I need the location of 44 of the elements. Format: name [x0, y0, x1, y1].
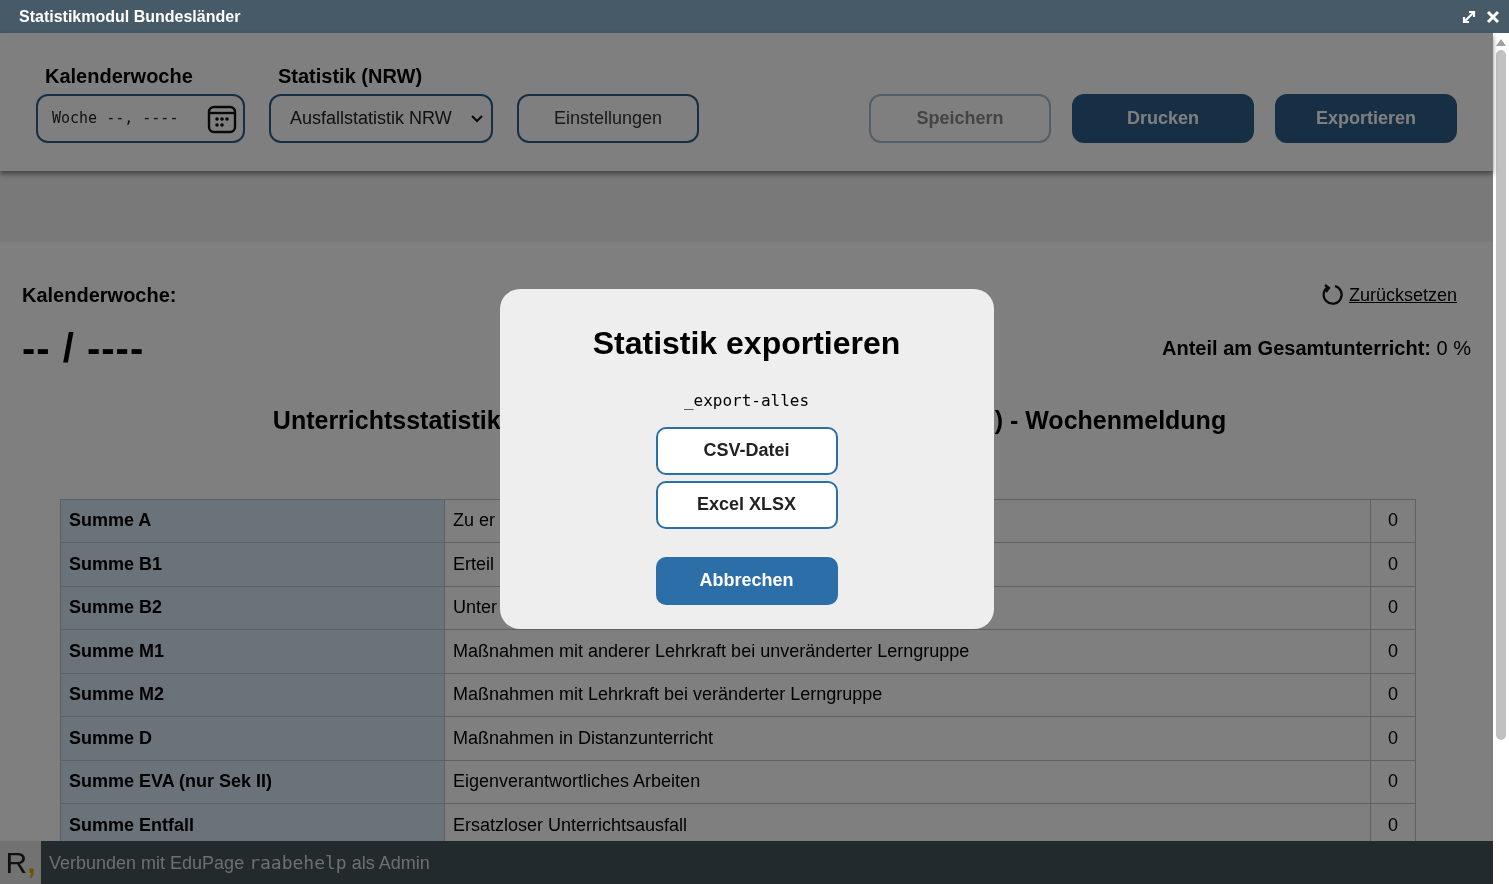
format-button[interactable]: CSV-Datei: [655, 426, 838, 475]
logo: R,: [0, 841, 41, 884]
export-button[interactable]: Exportieren: [1275, 94, 1457, 143]
table-cell: Eigenverantwortliches Arbeiten: [444, 760, 1371, 804]
statistic-dropdown[interactable]: Ausfallstatistik NRW: [269, 94, 493, 143]
statistic-heading: Unterrichtsstatistik: [272, 405, 501, 436]
scroll-up-icon[interactable]: [1496, 39, 1506, 46]
table-cell: 0: [1370, 760, 1416, 804]
close-icon[interactable]: [1485, 8, 1501, 25]
week-value: -- / ----: [22, 325, 145, 372]
table-cell: Maßnahmen mit Lehrkraft bei veränderter Lerngruppe: [444, 673, 1371, 717]
table-cell: Summe M2: [60, 673, 445, 717]
table-cell: 0: [1370, 499, 1416, 543]
caret-icon: [471, 114, 483, 123]
window-title: Statistikmodul Bundesländer: [19, 6, 241, 27]
status-text: Verbunden mit EduPage raabehelp als Admin: [49, 850, 430, 875]
print-button[interactable]: Drucken: [1072, 94, 1254, 143]
table-cell: Summe B2: [60, 586, 445, 630]
expand-icon[interactable]: [1461, 8, 1477, 25]
field-label: Statistik (NRW): [278, 64, 424, 89]
reset-icon[interactable]: [1320, 283, 1345, 307]
calendar-icon[interactable]: [207, 103, 237, 134]
file-name: _export-alles: [683, 389, 810, 412]
table-cell: 0: [1370, 542, 1416, 586]
table-cell: Summe M1: [60, 629, 445, 673]
table-cell: Summe A: [60, 499, 445, 543]
reset-link[interactable]: Zurücksetzen: [1320, 281, 1457, 309]
table-cell: 0: [1370, 673, 1416, 717]
statistic-heading: ) - Wochenmeldung: [994, 405, 1227, 436]
week-field[interactable]: Woche --, ----: [36, 94, 245, 143]
dialog-title: Statistik exportieren: [592, 323, 901, 363]
table-cell: 0: [1370, 716, 1416, 760]
table-cell: Summe D: [60, 716, 445, 760]
field-label: Kalenderwoche: [45, 64, 194, 89]
table-cell: 0: [1370, 629, 1416, 673]
table-cell: 0: [1370, 586, 1416, 630]
format-button[interactable]: Excel XLSX: [655, 480, 838, 529]
settings-button[interactable]: Einstellungen: [517, 94, 699, 143]
week-label: Kalenderwoche:: [22, 283, 177, 308]
share-text: Anteil am Gesamtunterricht: 0 %: [1162, 336, 1471, 361]
table-cell: Maßnahmen in Distanzunterricht: [444, 716, 1371, 760]
table-cell: Summe EVA (nur Sek II): [60, 760, 445, 804]
cancel-button[interactable]: Abbrechen: [655, 556, 838, 605]
table-cell: Summe B1: [60, 542, 445, 586]
